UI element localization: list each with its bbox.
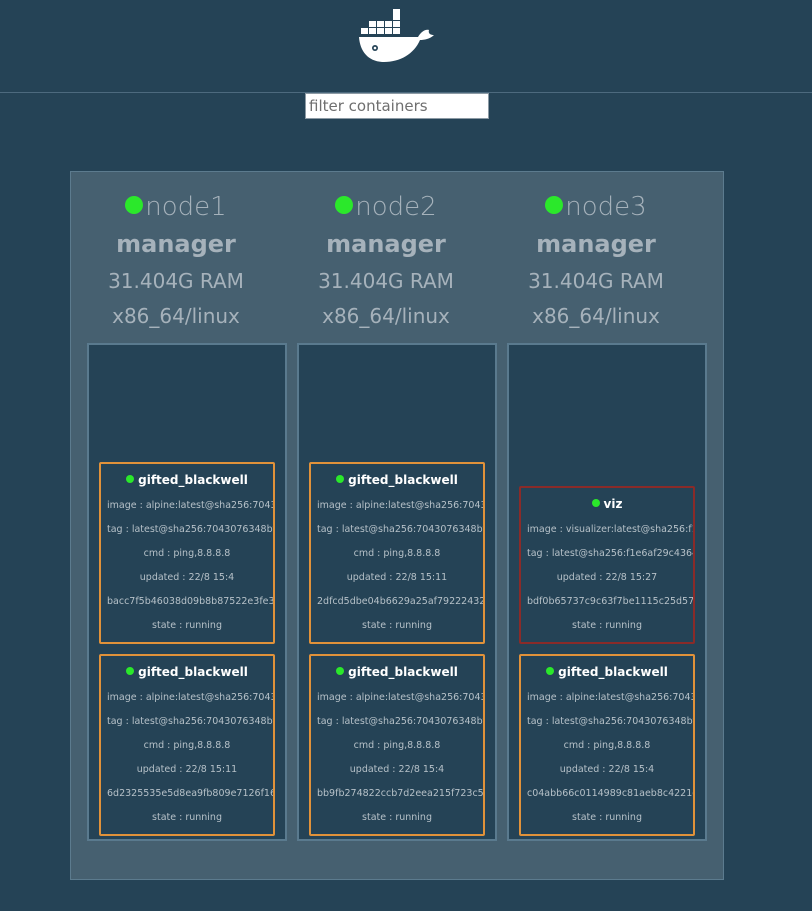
task-tag: tag : latest@sha256:7043076348bf5 bbox=[317, 716, 483, 727]
node-status-dot bbox=[125, 196, 144, 214]
task-card[interactable]: gifted_blackwell image : alpine:latest@s… bbox=[309, 654, 485, 836]
task-id: bacc7f5b46038d09b8b87522e3fe33 bbox=[107, 596, 273, 607]
node-ram: 31.404G RAM bbox=[108, 269, 244, 293]
node-role: manager bbox=[536, 230, 656, 258]
task-cmd: cmd : ping,8.8.8.8 bbox=[353, 740, 441, 751]
task-status-dot bbox=[546, 667, 555, 675]
task-updated: updated : 22/8 15:4 bbox=[349, 764, 445, 775]
task-updated: updated : 22/8 15:11 bbox=[346, 572, 448, 583]
filter-containers-input[interactable] bbox=[305, 93, 489, 119]
node-platform: x86_64/linux bbox=[322, 304, 450, 328]
node-platform: x86_64/linux bbox=[532, 304, 660, 328]
node-name-text: node1 bbox=[145, 192, 227, 222]
cluster-panel: node1 manager 31.404G RAM x86_64/linux g… bbox=[70, 171, 724, 880]
task-card[interactable]: gifted_blackwell image : alpine:latest@s… bbox=[309, 462, 485, 644]
viz-task-card[interactable]: viz image : visualizer:latest@sha256:f1e… bbox=[519, 486, 695, 644]
task-updated: updated : 22/8 15:4 bbox=[559, 764, 655, 775]
task-tag: tag : latest@sha256:7043076348bf5 bbox=[107, 524, 273, 535]
task-status-dot bbox=[336, 475, 345, 483]
task-name-text: gifted_blackwell bbox=[348, 665, 458, 679]
node-tasks-box: gifted_blackwell image : alpine:latest@s… bbox=[87, 343, 287, 841]
task-cmd: cmd : ping,8.8.8.8 bbox=[143, 740, 231, 751]
task-id: c04abb66c0114989c81aeb8c4221d8 bbox=[527, 788, 693, 799]
task-name-text: gifted_blackwell bbox=[138, 473, 248, 487]
task-name-text: viz bbox=[603, 497, 623, 511]
task-id: bdf0b65737c9c63f7be1115c25d571c bbox=[527, 596, 693, 607]
task-image: image : alpine:latest@sha256:70430 bbox=[317, 692, 483, 703]
node-name: node3 bbox=[491, 190, 701, 224]
task-card[interactable]: gifted_blackwell image : alpine:latest@s… bbox=[99, 654, 275, 836]
task-image: image : alpine:latest@sha256:70430 bbox=[317, 500, 483, 511]
task-tag: tag : latest@sha256:7043076348bf5 bbox=[107, 716, 273, 727]
header bbox=[0, 0, 812, 93]
task-cmd: cmd : ping,8.8.8.8 bbox=[143, 548, 231, 559]
task-status-dot bbox=[126, 475, 135, 483]
node-platform: x86_64/linux bbox=[112, 304, 240, 328]
node-name-text: node2 bbox=[355, 192, 437, 222]
docker-whale-logo bbox=[359, 9, 434, 62]
node-name: node2 bbox=[281, 190, 491, 224]
task-id: 2dfcd5dbe04b6629a25af792224320 bbox=[317, 596, 483, 607]
task-id: 6d2325535e5d8ea9fb809e7126f161 bbox=[107, 788, 273, 799]
node-role: manager bbox=[326, 230, 446, 258]
task-updated: updated : 22/8 15:27 bbox=[556, 572, 658, 583]
task-name: gifted_blackwell bbox=[311, 472, 483, 488]
task-image: image : visualizer:latest@sha256:f1e bbox=[527, 524, 693, 535]
node-role: manager bbox=[116, 230, 236, 258]
task-card[interactable]: gifted_blackwell image : alpine:latest@s… bbox=[99, 462, 275, 644]
task-state: state : running bbox=[572, 812, 642, 823]
task-cmd: cmd : ping,8.8.8.8 bbox=[353, 548, 441, 559]
task-status-dot bbox=[591, 499, 600, 507]
task-state: state : running bbox=[152, 620, 222, 631]
task-name: gifted_blackwell bbox=[521, 664, 693, 680]
task-name: gifted_blackwell bbox=[101, 664, 273, 680]
task-cmd: cmd : ping,8.8.8.8 bbox=[563, 740, 651, 751]
task-name-text: gifted_blackwell bbox=[348, 473, 458, 487]
node-tasks-box: gifted_blackwell image : alpine:latest@s… bbox=[297, 343, 497, 841]
task-image: image : alpine:latest@sha256:70430 bbox=[107, 500, 273, 511]
task-tag: tag : latest@sha256:7043076348bf5 bbox=[527, 716, 693, 727]
task-name-text: gifted_blackwell bbox=[138, 665, 248, 679]
node-ram: 31.404G RAM bbox=[528, 269, 664, 293]
node-status-dot bbox=[335, 196, 354, 214]
node-name: node1 bbox=[71, 190, 281, 224]
task-name: viz bbox=[521, 496, 693, 512]
task-image: image : alpine:latest@sha256:70430 bbox=[107, 692, 273, 703]
task-id: bb9fb274822ccb7d2eea215f723c51 bbox=[317, 788, 483, 799]
node-status-dot bbox=[545, 196, 564, 214]
task-card[interactable]: gifted_blackwell image : alpine:latest@s… bbox=[519, 654, 695, 836]
task-name: gifted_blackwell bbox=[101, 472, 273, 488]
task-updated: updated : 22/8 15:11 bbox=[136, 764, 238, 775]
task-status-dot bbox=[126, 667, 135, 675]
node-column-node2: node2 manager 31.404G RAM x86_64/linux g… bbox=[281, 172, 497, 881]
task-state: state : running bbox=[152, 812, 222, 823]
node-ram: 31.404G RAM bbox=[318, 269, 454, 293]
node-name-text: node3 bbox=[565, 192, 647, 222]
task-state: state : running bbox=[362, 812, 432, 823]
node-column-node3: node3 manager 31.404G RAM x86_64/linux v… bbox=[491, 172, 707, 881]
task-name: gifted_blackwell bbox=[311, 664, 483, 680]
task-state: state : running bbox=[362, 620, 432, 631]
task-updated: updated : 22/8 15:4 bbox=[139, 572, 235, 583]
task-status-dot bbox=[336, 667, 345, 675]
task-tag: tag : latest@sha256:f1e6af29c43641 bbox=[527, 548, 693, 559]
task-state: state : running bbox=[572, 620, 642, 631]
node-column-node1: node1 manager 31.404G RAM x86_64/linux g… bbox=[71, 172, 287, 881]
task-tag: tag : latest@sha256:7043076348bf5 bbox=[317, 524, 483, 535]
task-name-text: gifted_blackwell bbox=[558, 665, 668, 679]
task-image: image : alpine:latest@sha256:70430 bbox=[527, 692, 693, 703]
node-tasks-box: viz image : visualizer:latest@sha256:f1e… bbox=[507, 343, 707, 841]
